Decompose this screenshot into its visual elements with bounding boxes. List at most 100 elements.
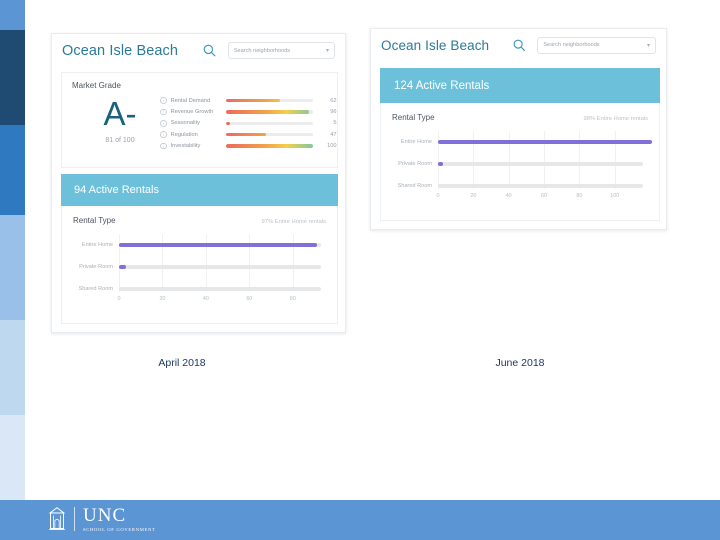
unc-logo: UNC SCHOOL OF GOVERNMENT [48,504,156,534]
chart-header: Rental Type 97% Entire Home rentals [73,216,326,225]
chart-bar-track [438,184,643,188]
metric-label: Investability [170,143,201,150]
metric-value: 96 [330,108,337,115]
caption-june: June 2018 [460,357,580,369]
logo-wordmark: UNC SCHOOL OF GOVERNMENT [83,506,156,532]
search-icon[interactable] [200,40,220,62]
metric-bar-track [225,121,313,126]
caption-april: April 2018 [122,357,242,369]
metric-row: i Seasonality 5 [160,118,337,129]
search-placeholder: Search neighborhoods [543,42,600,48]
chart-category-label: Shared Room [78,286,113,292]
app-screenshot-april: Ocean Isle Beach Search neighborhoods ▾ … [51,33,346,333]
metric-bar-fill [225,121,230,126]
panel-title: Market Grade [72,81,121,90]
metric-label: Seasonality [170,120,200,127]
metric-bar-track [225,110,313,114]
chart-category-label: Entire Home [81,242,113,248]
chart-title: Rental Type [392,113,435,122]
metric-row: i Revenue Growth 96 [160,106,337,117]
search-icon[interactable] [509,34,530,56]
chart-bar-fill [119,243,317,247]
chart-note: 97% Entire Home rentals [261,219,326,225]
metric-label: Regulation [170,131,198,138]
chart-xtick-label: 0 [436,193,440,199]
app-title: Ocean Isle Beach [62,42,179,59]
chart-xtick-label: 100 [610,193,620,199]
chart-bar-fill [119,265,126,269]
chart-xtick-label: 60 [246,296,253,302]
decorative-color-rail [0,0,25,540]
chart-title: Rental Type [73,216,116,225]
caption-april-text: April 2018 [158,357,206,369]
metric-bar-fill [225,98,280,103]
chart-bar-fill [438,140,652,144]
chart-xtick-label: 20 [159,296,166,302]
chart-header: Rental Type 98% Entire Home rentals [392,113,648,122]
chart-bar-track [119,265,321,269]
metric-value: 100 [327,143,337,150]
chart-xtick-label: 60 [541,193,548,199]
metric-row: i Investability 100 [160,141,337,152]
chart-bar-row: Shared Room [381,181,661,191]
rail-band-4 [0,320,25,415]
info-icon[interactable]: i [160,108,167,116]
info-icon[interactable]: i [160,120,167,127]
logo-unc-text: UNC [83,505,127,526]
metric-bar-track [225,144,313,148]
chart-bar-row: Private Room [381,159,661,169]
metric-bar-track [225,132,313,137]
caption-june-text: June 2018 [495,357,545,369]
chart-xtick-label: 80 [289,296,296,302]
slide-stage: Ocean Isle Beach Search neighborhoods ▾ … [0,0,720,540]
chart-bar-row: Shared Room [62,284,339,294]
chart-xtick-label: 0 [117,296,121,302]
app-header-right: Ocean Isle Beach Search neighborhoods ▾ [371,29,666,61]
rail-band-0 [0,0,25,30]
chart-bar-track [119,243,321,247]
app-header-left: Ocean Isle Beach Search neighborhoods ▾ [52,34,345,67]
chart-xtick-label: 40 [202,296,209,302]
app-screenshot-june: Ocean Isle Beach Search neighborhoods ▾ … [370,28,667,230]
search-input[interactable]: Search neighborhoods ▾ [537,36,656,54]
metric-bar-fill [225,132,267,137]
chart-bar-row: Entire Home [381,137,661,147]
info-icon[interactable]: i [160,142,167,150]
rail-band-1 [0,30,25,125]
chart-plot-area: Entire Home Private Room Shared Room 0 20 40 6… [381,131,661,213]
metric-bar-fill [225,144,313,148]
chart-category-label: Entire Home [400,139,432,145]
chart-category-label: Private Room [398,161,432,167]
metric-value: 62 [330,97,337,104]
app-title: Ocean Isle Beach [381,37,490,53]
market-grade-score: A- 81 of 100 [74,97,166,144]
metric-value: 47 [330,131,337,138]
metric-row: i Regulation 47 [160,129,337,140]
metric-bar-track [225,98,313,103]
info-icon[interactable]: i [160,131,167,138]
logo-divider [74,507,75,531]
rail-band-5 [0,415,25,500]
rail-band-2 [0,125,25,215]
chart-plot-area: Entire Home Private Room Shared Room 0 20 40 6… [62,234,339,316]
info-icon[interactable]: i [160,97,167,104]
chart-xtick-label: 20 [470,193,477,199]
chart-bar-row: Entire Home [62,240,339,250]
chart-xtick-label: 80 [576,193,583,199]
metric-label: Revenue Growth [170,108,214,115]
metric-row: i Rental Demand 62 [160,95,337,106]
chevron-down-icon[interactable]: ▾ [647,42,650,49]
chevron-down-icon[interactable]: ▾ [326,47,329,54]
chart-bar-row: Private Room [62,262,339,272]
chart-category-label: Shared Room [397,183,432,189]
chart-category-label: Private Room [79,264,113,270]
logo-sub-text: SCHOOL OF GOVERNMENT [83,527,156,532]
old-well-icon [48,507,66,530]
chart-bar-fill [438,162,444,166]
rail-band-3 [0,215,25,320]
metric-bar-fill [225,110,310,114]
active-rentals-banner: 94 Active Rentals [61,174,338,206]
search-input[interactable]: Search neighborhoods ▾ [227,42,335,59]
chart-note: 98% Entire Home rentals [583,116,648,122]
rental-type-chart-left: Rental Type 97% Entire Home rentals Enti… [61,206,338,324]
